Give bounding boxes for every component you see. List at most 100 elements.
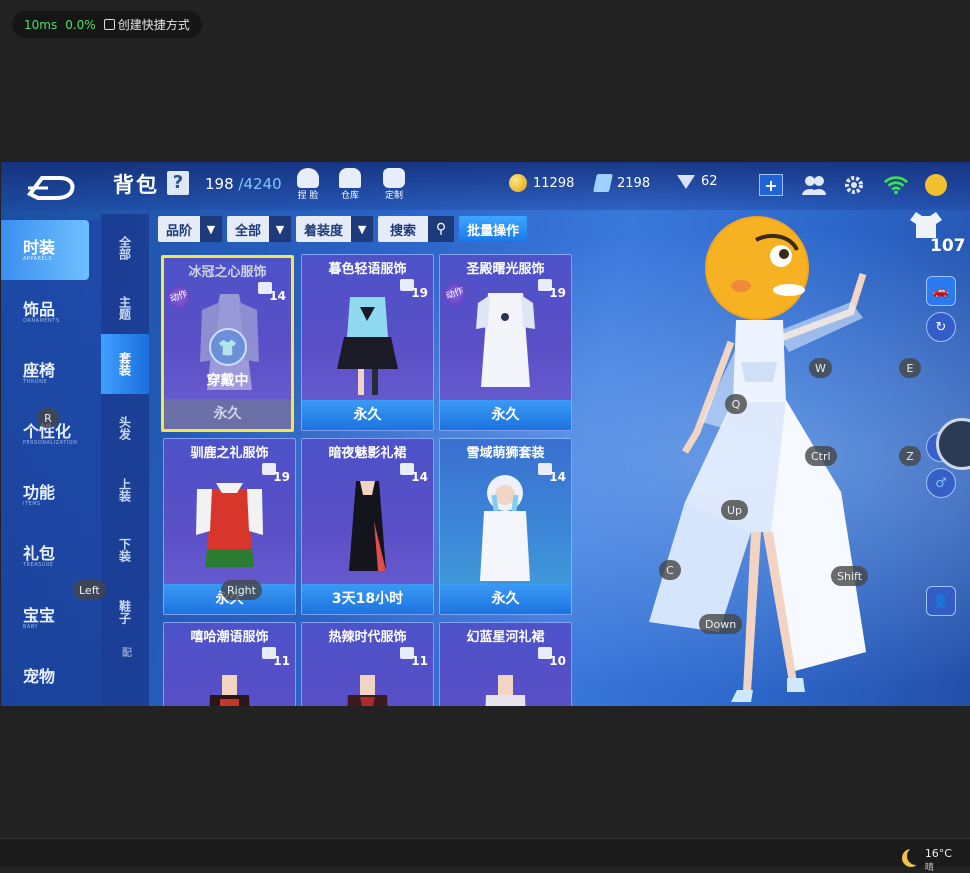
warehouse-button[interactable]: 仓库 [335,168,365,204]
wifi-icon [883,172,909,198]
outfit-image [349,481,386,571]
action-tag: 动作 [440,279,470,309]
wear-filter[interactable]: 着装度 ▼ [296,216,374,242]
key-down[interactable]: Down [699,614,743,634]
loss-text: 0.0% [65,17,96,32]
level-badge: 14 [538,463,566,485]
batch-operate-button[interactable]: 批量操作 [459,216,528,242]
item-card[interactable]: 雪域萌狮套装 14 永久 [439,438,572,615]
outfit-image [476,293,535,387]
settings-icon[interactable] [841,172,867,198]
add-button[interactable]: + [759,174,783,196]
tab-hair[interactable]: 头发 [101,398,149,458]
filter-bar: 品阶 ▼ 全部 ▼ 着装度 ▼ 搜索 ⚲ 批量操作 [158,216,528,244]
ticket-counter: 2198 [593,174,650,192]
nav-ornaments[interactable]: 饰品 ORNAMENTS [1,282,101,342]
key-left[interactable]: Left [73,580,106,600]
all-filter[interactable]: 全部 ▼ [227,216,292,242]
moon-icon [907,847,925,865]
key-z[interactable]: Z [899,446,921,466]
nav-apparels[interactable]: 时装 APPARELS [1,220,89,280]
avatar-icon[interactable] [925,174,947,196]
rank-filter[interactable]: 品阶 ▼ [158,216,223,242]
key-c[interactable]: C [659,560,681,580]
warehouse-icon [339,168,361,188]
tab-top[interactable]: 上装 [101,460,149,520]
item-card[interactable]: 嘻哈潮语服饰 11 [163,622,296,706]
level-badge: 19 [538,279,566,301]
level-badge: 11 [400,647,428,669]
game-screen: 背包 ? 198 /4240 捏 脸 仓库 定制 11298 2198 62 +… [1,162,970,706]
weather-text: 晴 [924,863,934,873]
tab-suit[interactable]: 套装 [101,334,149,394]
item-duration: 永久 [440,584,571,614]
item-card[interactable]: 圣殿曙光服饰 动作 19 永久 [439,254,572,431]
key-right[interactable]: Right [221,580,262,600]
outfit-image [337,297,398,395]
latency-text: 10ms [24,17,58,32]
bag-capacity: 198 /4240 [205,175,282,193]
character-select-button[interactable]: 👤 [926,586,956,616]
friends-icon[interactable] [801,172,827,198]
diamond-counter: 62 [677,174,718,189]
rotate-button[interactable]: ↻ [926,312,956,342]
chevron-down-icon: ▼ [351,216,374,242]
action-tag: 动作 [164,282,194,312]
joystick-button[interactable] [936,418,970,470]
search-icon[interactable]: ⚲ [428,216,455,242]
taskbar: 16°C 晴 [0,838,970,873]
tab-accessory[interactable]: 配 [101,634,149,670]
nav-throne[interactable]: 座椅 THRONE [1,343,101,403]
item-card[interactable]: 暮色轻语服饰 19 永久 [301,254,434,431]
shirt-icon: 👕 [208,328,247,366]
outfit-image [209,675,250,706]
vehicle-button[interactable]: 🚗 [926,276,956,306]
search-field[interactable]: 搜索 ⚲ [378,216,455,242]
tab-bottom[interactable]: 下装 [101,520,149,580]
nav-treasure[interactable]: 礼包 TREASURE [1,526,101,586]
face-icon [297,168,319,188]
coin-icon [509,174,527,192]
character-model [649,216,867,702]
key-e[interactable]: E [899,358,921,378]
sub-category-nav: 全部 主题 套装 头发 上装 下装 鞋子 配 [101,214,149,706]
key-r[interactable]: R [37,408,59,428]
item-duration: 永久 [164,399,291,429]
wearing-indicator: 👕 穿戴中 [164,328,291,390]
key-q[interactable]: Q [725,394,747,414]
outfit-image [480,475,530,581]
create-shortcut-button[interactable]: 创建快捷方式 [103,16,190,33]
item-card[interactable]: 暗夜魅影礼裙 14 3天18小时 [301,438,434,615]
tab-all[interactable]: 全部 [101,218,149,278]
custom-button[interactable]: 定制 [379,168,409,204]
tab-theme[interactable]: 主题 [101,278,149,338]
level-badge: 11 [262,647,290,669]
nav-items[interactable]: 功能 ITEMS [1,465,101,525]
nav-pets[interactable]: 宠物 [1,649,101,706]
wardrobe-score: 107 [908,210,966,260]
key-shift[interactable]: Shift [831,566,869,586]
outfit-image [485,675,526,706]
key-w[interactable]: W [809,358,832,378]
ticket-icon [593,174,613,192]
tab-shoes[interactable]: 鞋子 [101,582,149,642]
level-badge: 14 [400,463,428,485]
item-card[interactable]: 热辣时代服饰 11 [301,622,434,706]
user-icon: 👤 [932,593,950,609]
male-button[interactable]: ♂ [926,468,956,498]
item-card[interactable]: 冰冠之心服饰 动作 14 👕 穿戴中 永久 [161,255,294,432]
shortcut-icon [103,19,115,30]
coin-counter: 11298 [509,174,574,192]
right-tool-panel: 107 🚗 ↻ ♀ ♂ 👤 [906,210,970,650]
game-logo-icon [26,176,75,200]
key-ctrl[interactable]: Ctrl [805,446,837,466]
item-card[interactable]: 幻蓝星河礼裙 10 [439,622,572,706]
key-up[interactable]: Up [721,500,749,520]
help-button[interactable]: ? [167,171,189,195]
face-button[interactable]: 捏 脸 [293,168,323,204]
weather-widget[interactable]: 16°C 晴 [901,847,952,873]
outfit-image [347,675,388,706]
outfit-image [196,483,263,567]
level-badge: 19 [262,463,290,485]
left-category-nav: 时装 APPARELS 饰品 ORNAMENTS 座椅 THRONE 个性化 PERSO… [1,220,101,706]
